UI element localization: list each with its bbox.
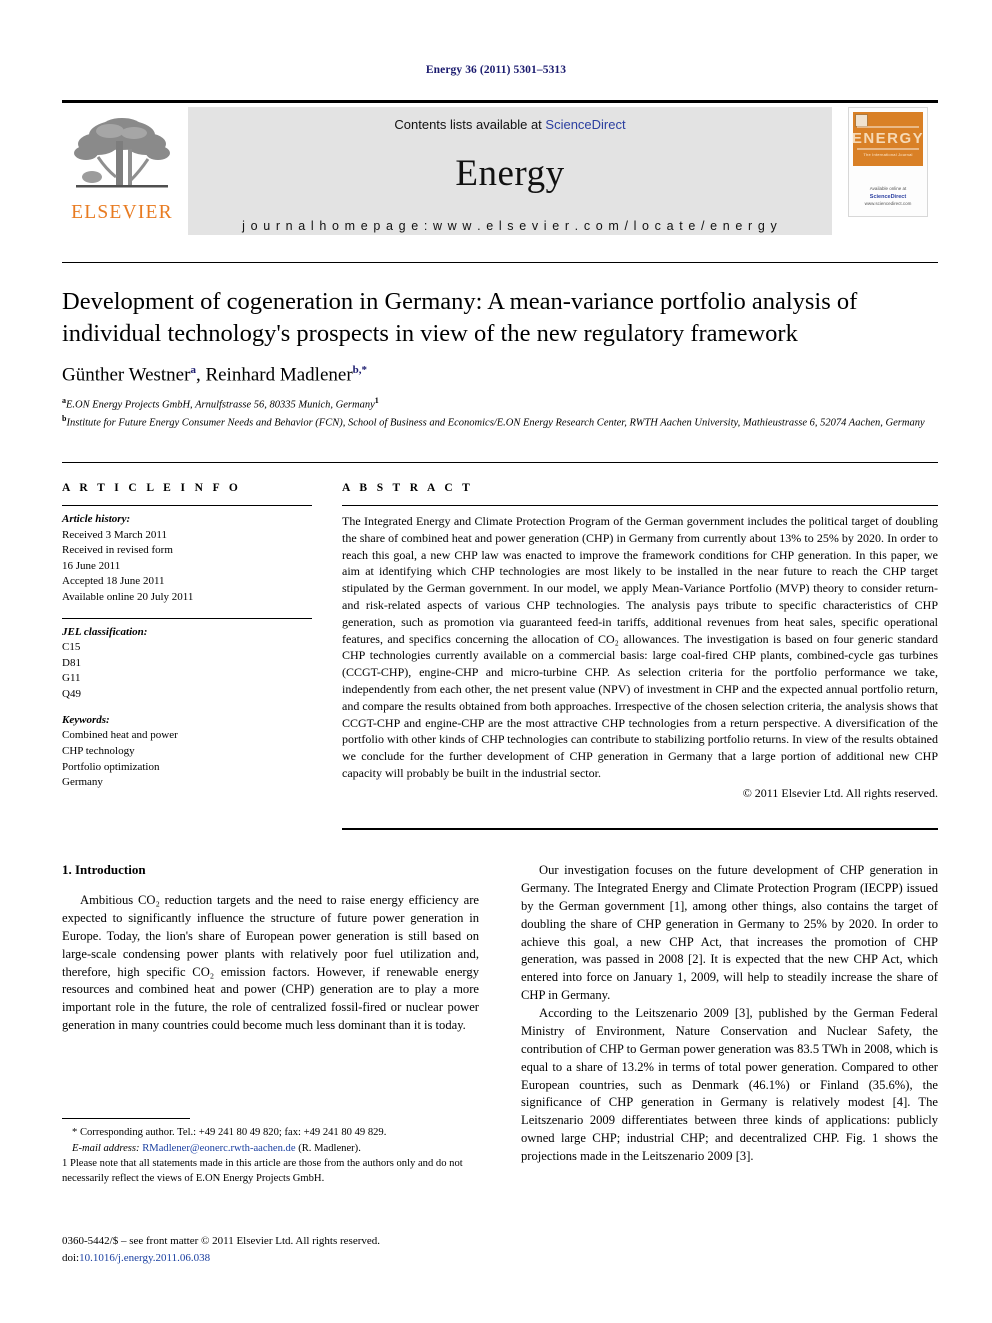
- affiliation-b-text: Institute for Future Energy Consumer Nee…: [66, 417, 925, 429]
- affiliation-list: aE.ON Energy Projects GmbH, Arnulfstrass…: [62, 395, 942, 430]
- article-history-item: Available online 20 July 2011: [62, 591, 194, 604]
- footnote-email: E-mail address: RMadlener@eonerc.rwth-aa…: [62, 1141, 479, 1156]
- paragraph: Our investigation focuses on the future …: [521, 863, 938, 1003]
- abstract-text: The Integrated Energy and Climate Protec…: [342, 514, 938, 780]
- article-history-item: 16 June 2011: [62, 559, 121, 572]
- footnote-corresponding-author: * Corresponding author. Tel.: +49 241 80…: [72, 1127, 387, 1139]
- keyword-item: Germany: [62, 776, 103, 789]
- article-info-column: Article history: Received 3 March 2011 R…: [62, 505, 312, 791]
- abstract-bottom-rule: [342, 828, 938, 830]
- elsevier-wordmark: ELSEVIER: [71, 202, 173, 223]
- affiliation-a: aE.ON Energy Projects GmbH, Arnulfstrass…: [62, 395, 942, 413]
- running-head: Energy 36 (2011) 5301–5313: [425, 64, 567, 76]
- abstract-rule: [342, 505, 938, 506]
- author-affil-marker-1: a: [190, 363, 196, 376]
- imprint-front-matter: 0360-5442/$ – see front matter © 2011 El…: [62, 1235, 381, 1247]
- cover-subtitle: The International Journal: [863, 152, 913, 157]
- affiliation-b: bInstitute for Future Energy Consumer Ne…: [62, 413, 942, 431]
- journal-homepage[interactable]: j o u r n a l h o m e p a g e : w w w . …: [242, 219, 778, 233]
- masthead-center-panel: Contents lists available at ScienceDirec…: [188, 107, 832, 235]
- abstract-heading: A B S T R A C T: [342, 482, 474, 494]
- jel-code: D81: [62, 656, 81, 669]
- cover-available-label: Available online at: [869, 186, 907, 192]
- email-address-link[interactable]: RMadlener@eonerc.rwth-aachen.de: [142, 1143, 295, 1154]
- sciencedirect-link[interactable]: ScienceDirect: [545, 117, 625, 132]
- elsevier-tree-icon: [74, 118, 170, 188]
- cover-rule-top: [857, 126, 919, 128]
- author-name-1: Günther Westner: [62, 364, 191, 386]
- article-info-heading: A R T I C L E I N F O: [62, 482, 242, 494]
- section-heading-introduction: 1. Introduction: [62, 862, 146, 877]
- journal-title: Energy: [455, 153, 565, 194]
- cover-sciencedirect-label: ScienceDirect: [869, 194, 907, 200]
- author-affil-marker-2: b,*: [352, 363, 368, 376]
- imprint-block: 0360-5442/$ – see front matter © 2011 El…: [62, 1233, 492, 1266]
- jel-code: C15: [62, 641, 81, 654]
- paper-page: Energy 36 (2011) 5301–5313 ELSEVIER Cont…: [0, 0, 992, 1323]
- footnote-note-1: 1 Please note that all statements made i…: [62, 1157, 463, 1185]
- cover-url-label: www.sciencedirect.com: [864, 201, 912, 207]
- keyword-item: CHP technology: [62, 744, 135, 757]
- info-rule-2: [62, 617, 312, 619]
- article-history-item: Received in revised form: [62, 544, 173, 557]
- email-label: E-mail address:: [72, 1142, 140, 1154]
- footnote-rule: [62, 1118, 190, 1120]
- title-block: Development of cogeneration in Germany: …: [62, 286, 942, 430]
- article-history-item: Received 3 March 2011: [62, 528, 167, 541]
- email-owner: (R. Madlener).: [298, 1142, 361, 1154]
- journal-masthead: ELSEVIER Contents lists available at Sci…: [62, 100, 938, 235]
- affil-note-marker: 1: [374, 396, 379, 406]
- jel-code: G11: [62, 672, 81, 685]
- body-column-right: Our investigation focuses on the future …: [521, 862, 938, 1166]
- cover-footer: Available online at ScienceDirect www.sc…: [849, 186, 927, 208]
- intro-left-text: Ambitious CO₂ reduction targets and the …: [62, 892, 479, 1035]
- affiliation-a-text: E.ON Energy Projects GmbH, Arnulfstrasse…: [66, 399, 375, 411]
- title-separator-rule: [62, 262, 938, 263]
- article-history-item: Accepted 18 June 2011: [62, 575, 165, 588]
- paragraph: Ambitious CO₂ reduction targets and the …: [62, 893, 479, 1033]
- cover-rule-bottom: [857, 148, 919, 150]
- doi-link[interactable]: 10.1016/j.energy.2011.06.038: [79, 1252, 210, 1264]
- body-column-left: 1. Introduction Ambitious CO₂ reduction …: [62, 862, 479, 1035]
- intro-right-text: Our investigation focuses on the future …: [521, 862, 938, 1166]
- imprint-doi-line: doi:10.1016/j.energy.2011.06.038: [62, 1250, 492, 1267]
- masthead-top-rule: [62, 100, 938, 103]
- elsevier-logo: ELSEVIER: [62, 107, 182, 235]
- article-history-label: Article history:: [62, 513, 131, 525]
- keyword-item: Portfolio optimization: [62, 760, 160, 773]
- author-list: Günther Westnera, Reinhard Madlenerb,*: [62, 363, 368, 386]
- info-separator-rule: [62, 462, 938, 463]
- jel-classification-label: JEL classification:: [62, 625, 148, 638]
- keyword-item: Combined heat and power: [62, 729, 178, 742]
- paragraph: According to the Leitszenario 2009 [3], …: [521, 1006, 938, 1163]
- contents-prefix: Contents lists available at: [394, 117, 546, 132]
- cover-title: ENERGY: [851, 130, 925, 147]
- abstract-copyright: © 2011 Elsevier Ltd. All rights reserved…: [742, 785, 938, 800]
- doi-label: doi:: [62, 1251, 80, 1264]
- abstract-column: The Integrated Energy and Climate Protec…: [342, 505, 938, 801]
- page-title: Development of cogeneration in Germany: …: [62, 288, 858, 347]
- jel-code: Q49: [62, 688, 81, 701]
- info-rule-1: [62, 505, 312, 506]
- author-name-2: Reinhard Madlener: [205, 364, 353, 386]
- journal-cover-thumbnail: ENERGY The International Journal Availab…: [838, 107, 938, 235]
- footnote-area: * Corresponding author. Tel.: +49 241 80…: [62, 1118, 479, 1187]
- keywords-label: Keywords:: [62, 713, 110, 726]
- contents-available-line: Contents lists available at ScienceDirec…: [394, 117, 625, 132]
